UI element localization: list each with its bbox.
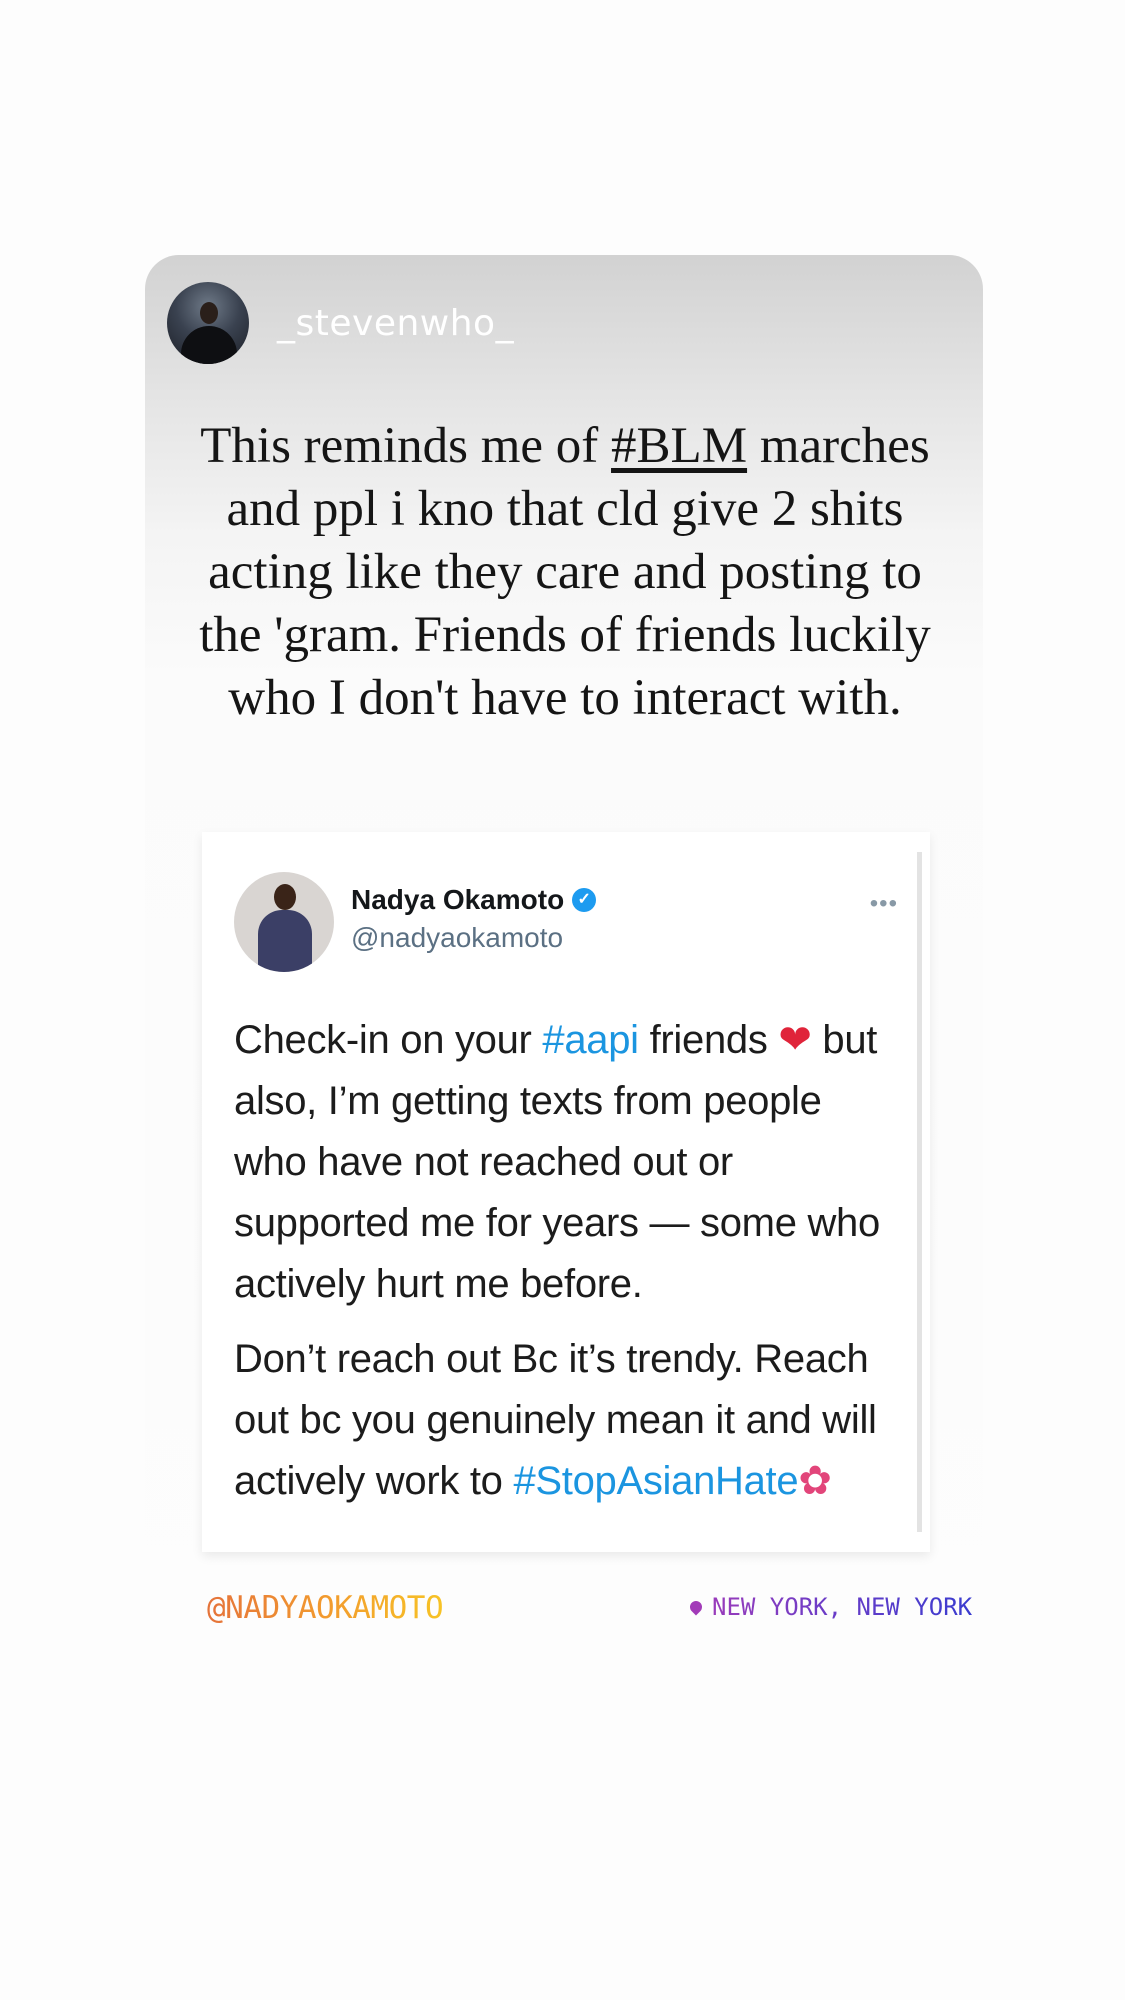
tweet-avatar[interactable] bbox=[234, 872, 334, 972]
mention-sticker[interactable]: @NADYAOKAMOTO bbox=[207, 1590, 444, 1626]
avatar-head bbox=[200, 302, 218, 324]
tweet-p1-text-b: friends bbox=[638, 1018, 779, 1062]
comment-hashtag[interactable]: #BLM bbox=[611, 418, 747, 474]
tweet-card[interactable]: Nadya Okamoto ✓ @nadyaokamoto ••• Check-… bbox=[202, 832, 930, 1552]
tweet-p1-text-a: Check-in on your bbox=[234, 1018, 543, 1062]
story-comment: This reminds me of #BLM marches and ppl … bbox=[185, 415, 945, 730]
tweet-paragraph-1: Check-in on your #aapi friends ❤ but als… bbox=[234, 1010, 904, 1315]
username[interactable]: _stevenwho_ bbox=[277, 303, 514, 344]
tweet-author-name-text: Nadya Okamoto bbox=[351, 884, 565, 915]
tweet-author-name[interactable]: Nadya Okamoto ✓ bbox=[351, 884, 597, 916]
tweet-body: Check-in on your #aapi friends ❤ but als… bbox=[234, 1010, 904, 1526]
verified-badge-icon: ✓ bbox=[572, 888, 597, 912]
avatar[interactable] bbox=[167, 282, 249, 364]
hashtag-stopasianhate[interactable]: #StopAsianHate bbox=[513, 1459, 798, 1503]
heart-icon: ❤ bbox=[778, 1018, 812, 1062]
tweet-paragraph-2: Don’t reach out Bc it’s trendy. Reach ou… bbox=[234, 1329, 904, 1512]
more-options-icon[interactable]: ••• bbox=[870, 890, 898, 918]
comment-text-start: This reminds me of bbox=[200, 418, 612, 474]
story-header: _stevenwho_ bbox=[167, 280, 514, 366]
location-text: NEW YORK, NEW YORK bbox=[712, 1593, 973, 1621]
location-pin-icon bbox=[687, 1598, 705, 1616]
lotus-icon: ✿ bbox=[798, 1459, 832, 1503]
tweet-divider bbox=[917, 852, 922, 1532]
story-card: _stevenwho_ This reminds me of #BLM marc… bbox=[145, 255, 983, 1675]
tweet-avatar-body bbox=[258, 910, 312, 972]
location-sticker[interactable]: NEW YORK, NEW YORK bbox=[687, 1593, 973, 1621]
tweet-avatar-head bbox=[274, 884, 296, 910]
hashtag-aapi[interactable]: #aapi bbox=[542, 1018, 639, 1062]
avatar-body bbox=[181, 326, 237, 364]
tweet-handle[interactable]: @nadyaokamoto bbox=[351, 922, 563, 954]
